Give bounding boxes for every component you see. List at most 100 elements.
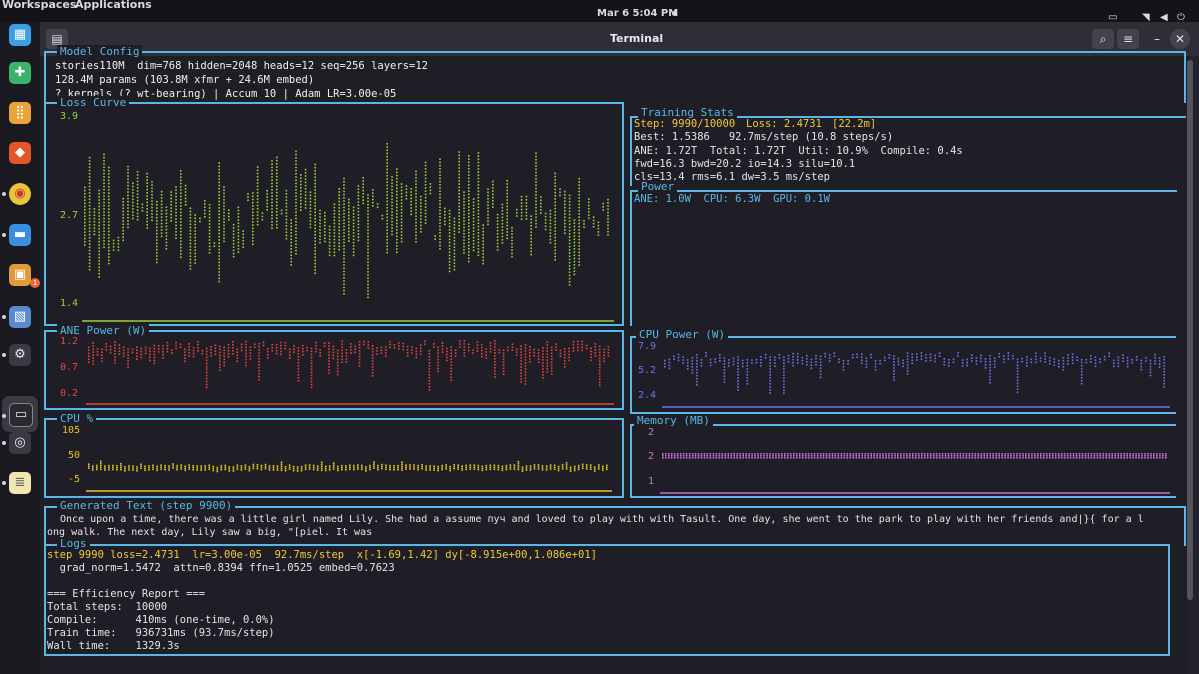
plot-dot — [448, 270, 451, 273]
close-icon[interactable]: ✕ — [1170, 29, 1190, 49]
plot-dot — [108, 262, 110, 265]
terminal-icon[interactable]: ▭ — [9, 403, 33, 427]
files-icon[interactable]: ▬ — [9, 224, 31, 246]
plot-dot — [200, 469, 202, 471]
applications-menu[interactable]: Applications — [75, 0, 152, 11]
plot-dot — [458, 170, 460, 173]
chat-icon[interactable]: ◎ — [9, 432, 31, 454]
plot-dot — [88, 352, 90, 355]
plot-dot — [477, 244, 480, 247]
plot-dot — [573, 254, 576, 256]
plot-dot — [131, 351, 134, 354]
workspaces-menu[interactable]: Workspaces — [2, 0, 76, 11]
plot-dot — [208, 248, 211, 251]
plot-dot — [568, 255, 571, 257]
plot-dot — [934, 354, 936, 357]
plot-dot — [554, 246, 556, 248]
plot-dot — [468, 209, 470, 212]
plot-dot — [108, 201, 110, 204]
brave-browser-icon[interactable]: ◆ — [9, 142, 31, 164]
plot-dot — [602, 206, 604, 208]
plot-dot — [1111, 457, 1113, 459]
plot-dot — [828, 360, 831, 362]
plot-dot — [341, 349, 343, 352]
plot-dot — [564, 348, 566, 350]
text-editor-icon[interactable]: ≣ — [9, 472, 31, 494]
plot-dot — [568, 353, 570, 356]
plot-dot — [568, 197, 571, 200]
plot-dot — [769, 374, 771, 376]
plot-dot — [540, 209, 542, 211]
plot-dot — [1150, 453, 1152, 455]
plot-dot — [1016, 457, 1018, 459]
plot-dot — [469, 468, 472, 470]
cpu-power-plot — [662, 352, 1170, 408]
scrollbar[interactable] — [1187, 60, 1193, 600]
plot-dot — [766, 455, 768, 457]
search-icon[interactable]: ⌕ — [1092, 29, 1114, 49]
plot-dot — [223, 215, 225, 217]
plot-dot — [1105, 453, 1108, 455]
settings-icon[interactable]: ⚙ — [9, 344, 31, 366]
chrome-icon[interactable]: ◉ — [9, 183, 31, 205]
plot-dot — [223, 355, 225, 358]
plot-dot — [314, 246, 316, 249]
image-viewer-icon[interactable]: ▧ — [9, 306, 31, 328]
plot-dot — [549, 238, 552, 241]
plot-dot — [389, 340, 391, 343]
plot-dot — [227, 343, 230, 346]
loss-curve-title: Loss Curve — [57, 96, 130, 109]
plot-dot — [1067, 363, 1069, 365]
plot-dot — [232, 230, 235, 232]
plot-dot — [415, 350, 418, 353]
plot-dot — [496, 249, 499, 251]
plot-dot — [1084, 453, 1087, 455]
plot-dot — [314, 269, 316, 271]
plot-dot — [554, 259, 556, 261]
menu-icon[interactable]: ≡ — [1117, 29, 1139, 49]
plot-dot — [1066, 453, 1069, 455]
plot-dot — [232, 243, 235, 245]
plot-dot — [297, 377, 300, 379]
plot-dot — [494, 355, 496, 357]
plot-dot — [194, 262, 196, 264]
plot-dot — [357, 210, 360, 213]
multitasking-icon[interactable]: ▦ — [9, 24, 31, 46]
plot-dot — [1140, 359, 1143, 362]
plot-dot — [439, 216, 441, 218]
plot-dot — [501, 235, 504, 238]
plot-dot — [1078, 457, 1081, 459]
plot-dot — [218, 239, 220, 241]
minimize-icon[interactable]: – — [1146, 29, 1168, 49]
plot-dot — [840, 455, 843, 457]
plot-dot — [721, 455, 724, 457]
plot-dot — [718, 455, 721, 457]
plot-dot — [271, 211, 273, 213]
plot-dot — [425, 467, 427, 469]
plot-dot — [103, 156, 105, 159]
clock[interactable]: Mar 6 5:04 PM — [597, 8, 678, 19]
plot-dot — [737, 377, 739, 379]
plot-dot — [333, 248, 336, 250]
store-icon[interactable]: ▣ — [9, 264, 31, 286]
plot-dot — [252, 240, 254, 242]
plot-dot — [463, 349, 466, 351]
plot-dot — [542, 377, 544, 379]
plot-dot — [144, 465, 146, 468]
plot-dot — [103, 160, 105, 162]
plot-dot — [410, 213, 412, 216]
plot-dot — [127, 181, 129, 184]
plot-dot — [696, 374, 698, 377]
plot-dot — [88, 166, 91, 169]
plot-dot — [114, 356, 116, 358]
plot-dot — [205, 377, 208, 380]
plot-dot — [176, 466, 178, 469]
app-grid-icon[interactable]: ⣿ — [9, 102, 31, 124]
plot-dot — [1044, 355, 1046, 357]
plot-dot — [367, 229, 369, 231]
plot-dot — [425, 469, 427, 471]
plot-dot — [861, 359, 863, 361]
puzzle-icon[interactable]: ✚ — [9, 62, 31, 84]
plot-dot — [319, 209, 321, 212]
plot-dot — [328, 228, 331, 231]
